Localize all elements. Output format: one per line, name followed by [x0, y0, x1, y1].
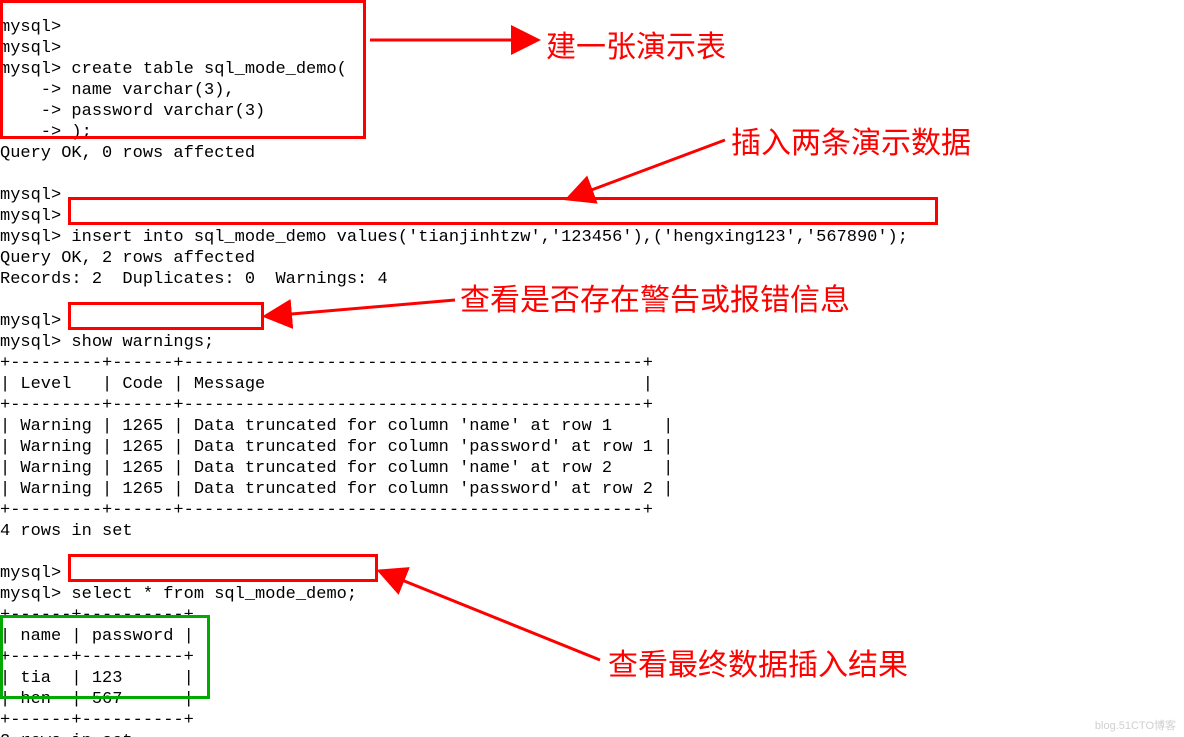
- arrow-select-result: [0, 0, 1184, 737]
- watermark: blog.51CTO博客: [1095, 717, 1176, 733]
